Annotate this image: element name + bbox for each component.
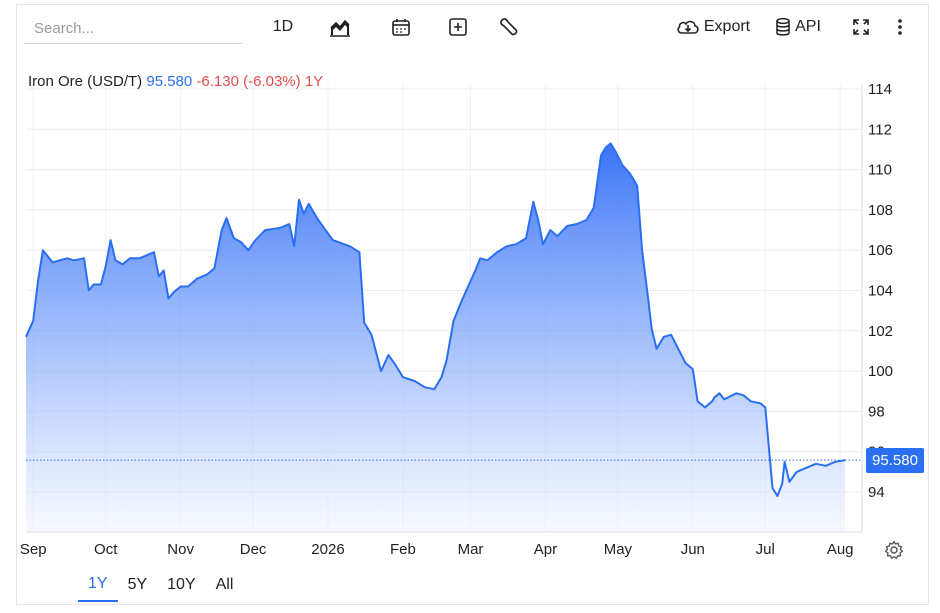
legend-period: 1Y — [304, 73, 324, 90]
x-tick-label: Jun — [681, 541, 705, 558]
settings-button[interactable] — [884, 540, 904, 565]
y-tick-label: 112 — [868, 121, 892, 138]
range-button-5y[interactable]: 5Y — [118, 568, 158, 602]
x-tick-label: Oct — [94, 541, 118, 558]
range-button-10y[interactable]: 10Y — [157, 568, 205, 602]
y-tick-label: 100 — [868, 363, 893, 380]
y-tick-label: 102 — [868, 323, 893, 340]
x-tick-label: Sep — [20, 541, 47, 558]
legend-price: 95.580 — [146, 73, 193, 90]
y-tick-label: 94 — [868, 484, 885, 501]
last-price-tag: 95.580 — [866, 447, 924, 473]
x-tick-label: Mar — [458, 541, 484, 558]
x-tick-label: Dec — [240, 541, 267, 558]
x-tick-label: 2026 — [311, 541, 344, 558]
legend-name: Iron Ore (USD/T) — [28, 73, 143, 90]
y-tick-label: 108 — [868, 202, 893, 219]
y-tick-label: 106 — [868, 242, 893, 259]
chart-legend: Iron Ore (USD/T) 95.580 -6.130 (-6.03%) … — [28, 73, 323, 90]
y-tick-label: 104 — [868, 283, 893, 300]
price-chart: 949698100102104106108110112114 SepOctNov… — [20, 81, 893, 558]
range-selector: 1Y 5Y 10Y All — [78, 568, 243, 604]
y-axis: 949698100102104106108110112114 — [868, 81, 893, 501]
x-tick-label: May — [604, 541, 633, 558]
x-tick-label: Aug — [827, 541, 854, 558]
y-tick-label: 114 — [868, 81, 892, 98]
y-tick-label: 110 — [868, 162, 892, 179]
x-tick-label: Apr — [534, 541, 557, 558]
gear-icon — [884, 540, 904, 559]
range-button-all[interactable]: All — [206, 568, 244, 602]
legend-change: -6.130 (-6.03%) — [196, 73, 301, 90]
x-tick-label: Feb — [390, 541, 416, 558]
y-tick-label: 98 — [868, 403, 885, 420]
price-area — [26, 143, 845, 532]
x-tick-label: Jul — [756, 541, 775, 558]
x-tick-label: Nov — [167, 541, 194, 558]
range-button-1y[interactable]: 1Y — [78, 568, 118, 602]
